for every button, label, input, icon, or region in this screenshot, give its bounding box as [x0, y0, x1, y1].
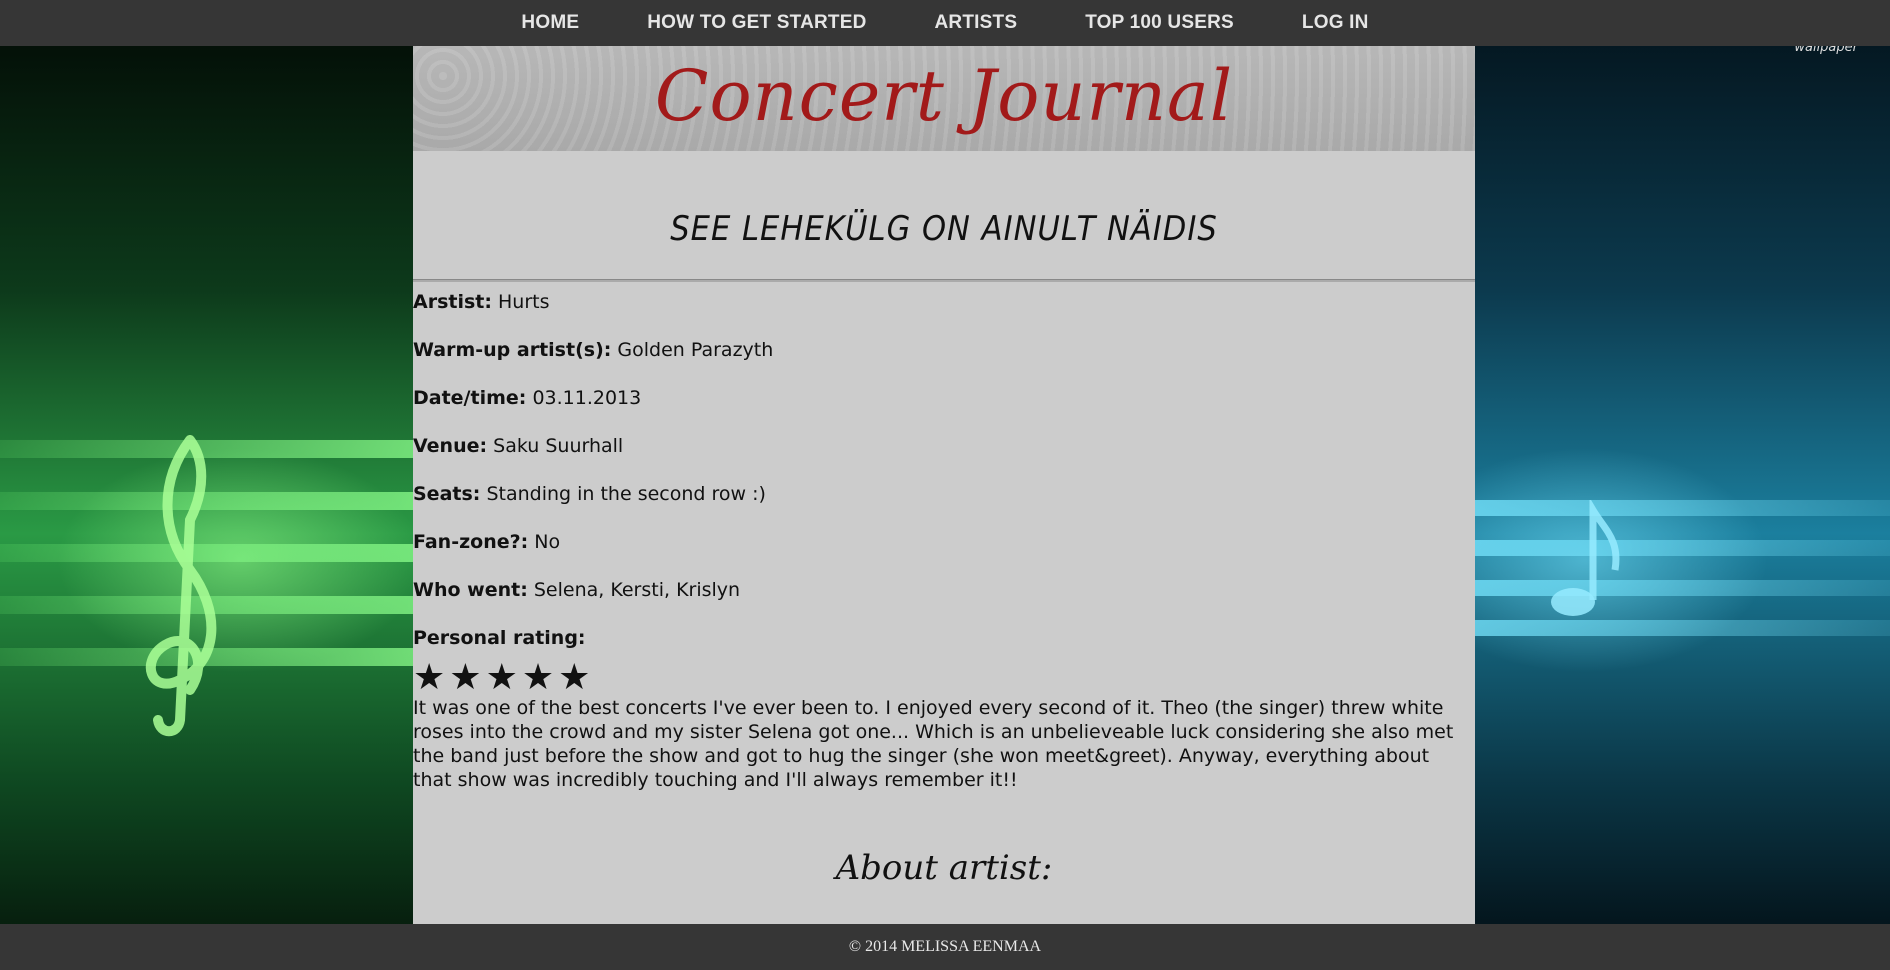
star-icon: ★ — [521, 657, 559, 698]
detail-value: Standing in the second row :) — [486, 483, 766, 505]
detail-label: Venue: — [413, 435, 488, 457]
detail-value: Golden Parazyth — [617, 339, 774, 361]
demo-notice: SEE LEHEKÜLG ON AINULT NÄIDIS — [670, 209, 1218, 249]
staff-line — [1475, 580, 1890, 596]
detail-value: 03.11.2013 — [532, 387, 642, 409]
background-left-green — [0, 0, 413, 970]
detail-label: Fan-zone?: — [413, 531, 529, 553]
detail-venue: Venue: Saku Suurhall — [413, 434, 1475, 458]
treble-clef-icon — [145, 435, 217, 737]
copyright-text: © 2014 MELISSA EENMAA — [848, 938, 1042, 955]
detail-label: Seats: — [413, 483, 481, 505]
staff-line — [1475, 620, 1890, 636]
detail-label: Date/time: — [413, 387, 527, 409]
about-artist-heading: About artist: — [835, 848, 1053, 888]
review-text: It was one of the best concerts I've eve… — [413, 697, 1454, 791]
detail-artist: Arstist: Hurts — [413, 290, 1475, 314]
nav-log-in[interactable]: LOG IN — [1302, 12, 1369, 34]
detail-warmup: Warm-up artist(s): Golden Parazyth — [413, 338, 1475, 362]
content-column: Concert Journal SEE LEHEKÜLG ON AINULT N… — [413, 46, 1475, 924]
star-icon: ★ — [485, 657, 522, 698]
site-logo[interactable]: Concert Journal — [655, 55, 1233, 137]
staff-line — [1475, 500, 1890, 516]
footer: © 2014 MELISSA EENMAA — [0, 924, 1890, 970]
star-icon: ★ — [413, 657, 450, 698]
nav-artists[interactable]: ARTISTS — [935, 12, 1018, 34]
divider — [413, 279, 1475, 282]
detail-value: No — [534, 531, 561, 553]
music-note-icon — [1551, 500, 1620, 616]
staff-line — [1475, 540, 1890, 556]
detail-seats: Seats: Standing in the second row :) — [413, 482, 1475, 506]
top-navigation: HOME HOW TO GET STARTED ARTISTS TOP 100 … — [0, 0, 1890, 46]
detail-label: Warm-up artist(s): — [413, 339, 612, 361]
detail-value: Selena, Kersti, Krislyn — [533, 579, 741, 601]
nav-home[interactable]: HOME — [521, 12, 579, 34]
nav-how-to-get-started[interactable]: HOW TO GET STARTED — [647, 12, 866, 34]
header-banner: Concert Journal — [413, 46, 1475, 151]
detail-rating: Personal rating: — [413, 626, 1475, 650]
nav-top-100-users[interactable]: TOP 100 USERS — [1085, 12, 1234, 34]
background-right-blue: wallpaper — [1475, 0, 1890, 970]
detail-fanzone: Fan-zone?: No — [413, 530, 1475, 554]
detail-value: Hurts — [498, 291, 550, 313]
detail-label: Who went: — [413, 579, 528, 601]
detail-datetime: Date/time: 03.11.2013 — [413, 386, 1475, 410]
detail-who-went: Who went: Selena, Kersti, Krislyn — [413, 578, 1475, 602]
concert-details: Arstist: Hurts Warm-up artist(s): Golden… — [413, 290, 1475, 792]
detail-label: Arstist: — [413, 291, 492, 313]
star-icon: ★ — [449, 657, 486, 698]
detail-value: Saku Suurhall — [493, 435, 624, 457]
star-rating: ★★★★★ — [413, 660, 1475, 696]
star-icon: ★ — [558, 657, 595, 698]
detail-label: Personal rating: — [413, 627, 586, 649]
